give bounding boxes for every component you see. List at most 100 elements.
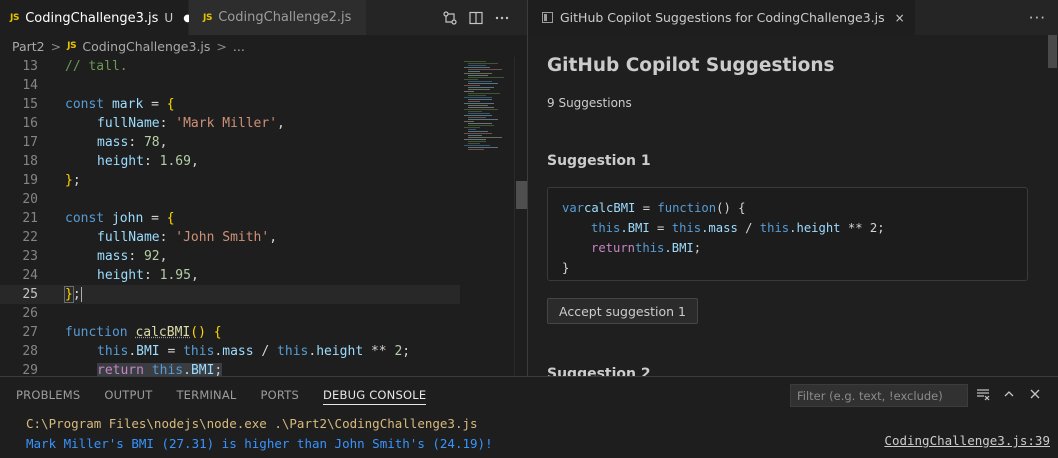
property-key: mass <box>97 135 129 150</box>
chevron-right-icon: > <box>216 38 227 54</box>
tab-output[interactable]: OUTPUT <box>104 377 152 412</box>
number-literal: 78 <box>143 135 160 150</box>
split-editor-icon[interactable] <box>467 9 485 27</box>
keyword: this <box>97 344 129 359</box>
scrollbar-thumb[interactable] <box>1048 35 1057 68</box>
line-number: 19 <box>22 173 38 188</box>
number-literal: 1.69 <box>159 154 191 169</box>
bracket: } <box>65 173 73 188</box>
minimap-line <box>468 105 488 106</box>
code-line: 22 fullName: 'John Smith', <box>0 228 460 247</box>
tab-label: CodingChallenge3.js <box>25 10 159 26</box>
line-number: 22 <box>22 230 38 245</box>
minimap-line <box>468 77 504 78</box>
string-literal: 'Mark Miller' <box>175 116 278 131</box>
minimap-line <box>468 87 494 88</box>
punctuation: , <box>159 249 168 264</box>
minimap-line <box>464 121 474 122</box>
tab-codingchallenge2[interactable]: JS CodingChallenge2.js <box>189 0 366 35</box>
minimap-line <box>464 67 490 68</box>
breadcrumb-symbols[interactable]: ... <box>233 39 245 54</box>
editor-tab-bar: JS CodingChallenge3.js U ● JS CodingChal… <box>0 0 527 35</box>
line-number: 15 <box>22 97 38 112</box>
line-number: 14 <box>22 78 38 93</box>
tab-problems[interactable]: PROBLEMS <box>16 377 80 412</box>
number-literal: 92 <box>143 249 160 264</box>
minimap-line <box>468 81 492 82</box>
property-key: fullName <box>97 116 160 131</box>
javascript-file-icon: JS <box>203 12 213 23</box>
property: BMI <box>190 363 215 376</box>
code-line: return this .BMI; <box>562 238 1013 258</box>
minimap-line <box>464 103 494 104</box>
variable-name: mark <box>111 97 144 112</box>
minimap-line <box>464 91 474 92</box>
keyword: this <box>759 221 790 235</box>
tab-ports[interactable]: PORTS <box>261 377 299 412</box>
more-actions-icon[interactable]: ··· <box>1029 0 1046 35</box>
console-filter-input[interactable]: Filter (e.g. text, !exclude) <box>790 384 968 407</box>
tab-debug-console[interactable]: DEBUG CONSOLE <box>323 377 427 412</box>
scrollbar-thumb[interactable] <box>516 181 527 209</box>
minimap-line <box>468 69 502 70</box>
editor-scrollbar[interactable] <box>514 57 527 376</box>
line-number: 27 <box>22 325 38 340</box>
punctuation: . <box>308 344 317 359</box>
code-comment: // tall. <box>65 59 128 74</box>
keyword: function <box>657 201 717 215</box>
tab-terminal[interactable]: TERMINAL <box>176 377 236 412</box>
tab-label: GitHub Copilot Suggestions for CodingCha… <box>560 10 885 25</box>
source-location-link[interactable]: CodingChallenge3.js:39 <box>884 433 1050 448</box>
breadcrumb-folder[interactable]: Part2 <box>12 39 45 54</box>
code-line: } <box>562 258 1013 278</box>
string-literal: 'John Smith' <box>175 230 270 245</box>
code-line: 20 <box>0 190 460 209</box>
punctuation: : <box>143 268 160 283</box>
minimap-line <box>468 95 486 96</box>
close-icon[interactable]: × <box>895 11 905 25</box>
punctuation: ; <box>72 173 81 188</box>
minimap-line <box>468 131 488 132</box>
minimap[interactable] <box>460 57 514 376</box>
minimap-line <box>468 117 486 118</box>
editor-actions <box>441 0 527 35</box>
clear-console-icon[interactable] <box>974 385 992 403</box>
punctuation: ; <box>402 344 411 359</box>
punctuation: , <box>269 230 278 245</box>
punctuation: , <box>159 135 168 150</box>
minimap-line <box>464 73 492 74</box>
keyword: this <box>277 344 309 359</box>
keyword: this <box>635 241 665 255</box>
line-number: 17 <box>22 135 38 150</box>
code-line: 24 height: 1.95, <box>0 266 460 285</box>
function-name: calcBMI <box>135 325 191 340</box>
breadcrumb-file[interactable]: CodingChallenge3.js <box>82 39 210 54</box>
more-actions-icon[interactable] <box>493 9 511 27</box>
keyword: this <box>151 363 184 376</box>
punctuation: , <box>277 116 285 131</box>
tab-copilot-suggestions[interactable]: GitHub Copilot Suggestions for CodingCha… <box>528 0 915 35</box>
operator: / <box>737 221 760 235</box>
code-line: 28 this.BMI = this.mass / this.height **… <box>0 342 460 361</box>
copilot-panel: GitHub Copilot Suggestions for CodingCha… <box>528 0 1058 376</box>
accept-suggestion-button[interactable]: Accept suggestion 1 <box>547 298 698 324</box>
bracket: () <box>190 325 206 340</box>
property: .BMI <box>664 241 694 255</box>
number-literal: 1.95 <box>159 268 191 283</box>
minimap-line <box>468 147 498 148</box>
minimap-line <box>468 143 480 144</box>
chevron-up-icon[interactable] <box>1000 385 1018 403</box>
minimap-line <box>464 133 492 134</box>
tab-codingchallenge3[interactable]: JS CodingChallenge3.js U ● <box>0 0 192 35</box>
suggestion-heading: Suggestion 1 <box>547 153 651 169</box>
minimap-line <box>464 127 480 128</box>
line-number: 23 <box>22 249 38 264</box>
copilot-scrollbar[interactable] <box>1047 35 1058 376</box>
compare-changes-icon[interactable] <box>441 9 459 27</box>
close-icon[interactable] <box>1026 385 1044 403</box>
operator: = <box>159 344 184 359</box>
code-editor[interactable]: 13 // tall. 14 15 const mark = { 16 full… <box>0 57 460 376</box>
punctuation: ; <box>214 363 223 376</box>
copilot-webview: GitHub Copilot Suggestions 9 Suggestions… <box>528 35 1047 376</box>
minimap-line <box>468 137 502 138</box>
